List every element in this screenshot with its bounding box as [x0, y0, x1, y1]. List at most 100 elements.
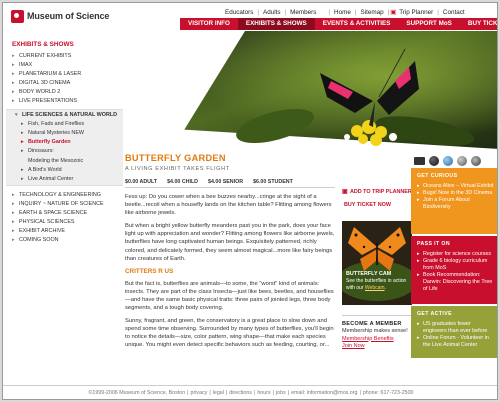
arrow-icon: ▸	[12, 79, 15, 86]
membership-promo: BECOME A MEMBER Membership makes sense! …	[342, 315, 414, 350]
footer-directions-link[interactable]: directions	[227, 390, 254, 396]
arrow-icon: ▸	[12, 52, 15, 59]
sidebar-item-inquiry[interactable]: ▸ INQUIRY ~ NATURE OF SCIENCE	[3, 199, 123, 208]
sidebar-item-planetarium[interactable]: ▸ PLANETARIUM & LASER	[3, 69, 123, 78]
butterfly-cam-title: BUTTERFLY CAM	[346, 271, 392, 277]
footer-email[interactable]: email: information@mos.org	[289, 390, 359, 396]
footer-legal-link[interactable]: legal	[211, 390, 226, 396]
arrow-down-icon: ▾	[15, 112, 18, 119]
dark-orb-icon[interactable]	[429, 156, 439, 166]
price-list: $0.00 ADULT $4.00 CHILD $4.00 SENIOR $6.…	[125, 179, 335, 188]
sidebar-section-title: EXHIBITS & SHOWS	[12, 41, 74, 48]
rail-link[interactable]: ▸ Grade 6 biology curriculum from MoS	[417, 258, 495, 272]
arrow-icon: ▸	[12, 237, 15, 244]
pass-it-on-title: PASS IT ON	[417, 241, 451, 247]
sidebar-group-life-sciences: ▾ LIFE SCIENCES & NATURAL WORLD ▸ Fish, Fa…	[6, 108, 123, 187]
rail-link[interactable]: ▸ Book Recommendation: Darwin: Discoverin…	[417, 272, 495, 293]
footer-privacy-link[interactable]: privacy	[189, 390, 210, 396]
footer-jobs-link[interactable]: jobs	[274, 390, 288, 396]
arrow-icon: ▸	[12, 70, 15, 77]
util-link-home[interactable]: Home	[331, 9, 354, 16]
utility-nav: Educators | Adults | Members | Home | Sitema…	[222, 7, 468, 18]
sidebar-subitem-live-animal[interactable]: ▸ Live Animal Center	[6, 174, 123, 183]
sidebar-item-live-presentations[interactable]: ▸ LIVE PRESENTATIONS	[3, 96, 123, 105]
action-column: ▣ ADD TO TRIP PLANNER BUY TICKET NOW BUTT…	[342, 185, 414, 350]
sidebar-item-body-world[interactable]: ▸ BODY WORLD 2	[3, 87, 123, 96]
get-active-box: GET ACTIVE ▸ US graduates fewer engineers…	[411, 306, 497, 358]
trip-planner-icon: ▣	[342, 189, 348, 195]
get-curious-title: GET CURIOUS	[417, 173, 458, 179]
rail-link[interactable]: ▸ Join a Forum About Biodiversity	[417, 197, 495, 211]
spiral-icon[interactable]	[471, 156, 481, 166]
webcam-link[interactable]: Webcam	[365, 285, 385, 291]
rail-link[interactable]: ▸ Bugs! Now in the 3D Cinema	[417, 190, 495, 197]
site-logo[interactable]: Museum of Science	[11, 8, 109, 24]
price-senior: $4.00 SENIOR	[208, 179, 244, 185]
sidebar-item-imax[interactable]: ▸ IMAX	[3, 60, 123, 69]
sidebar-item-physical-sciences[interactable]: ▸ PHYSICAL SCIENCES	[3, 218, 123, 227]
util-link-adults[interactable]: Adults	[260, 9, 284, 16]
arrow-icon: ▸	[12, 200, 15, 207]
rail-link[interactable]: ▸ Online Forum - Volunteer in the Live An…	[417, 335, 495, 349]
sidebar-subitem-birds-world[interactable]: ▸ A Bird's World	[6, 165, 123, 174]
sidebar-subitem-mesozoic[interactable]: Modeling the Mesozoic	[6, 156, 123, 165]
sidebar-group-title[interactable]: ▾ LIFE SCIENCES & NATURAL WORLD	[6, 111, 123, 120]
planet-icon[interactable]	[457, 156, 467, 166]
nav-tab-buy-tickets[interactable]: BUY TICKETS	[460, 18, 497, 30]
sidebar-item-technology[interactable]: ▸ TECHNOLOGY & ENGINEERING	[3, 190, 123, 199]
nav-tab-support-mos[interactable]: SUPPORT MoS	[398, 18, 459, 30]
join-now-link[interactable]: Join Now	[342, 343, 414, 350]
get-curious-box: GET CURIOUS ▸ Oceans Alive – Virtual Exhi…	[411, 168, 497, 234]
arrow-icon: ▸	[21, 148, 24, 155]
arrow-icon: ▸	[21, 166, 24, 173]
rail-link[interactable]: ▸ Register for science courses	[417, 251, 495, 258]
arrow-icon: ▸	[12, 228, 15, 235]
util-link-contact[interactable]: Contact	[440, 9, 468, 16]
rail-link[interactable]: ▸ Oceans Alive – Virtual Exhibit	[417, 183, 495, 190]
footer-copyright: ©1999-2006 Museum of Science, Boston	[88, 389, 186, 396]
buy-ticket-now-button[interactable]: BUY TICKET NOW	[342, 198, 414, 211]
arrow-icon: ▸	[12, 98, 15, 105]
sidebar-item-3d-cinema[interactable]: ▸ DIGITAL 3D CINEMA	[3, 78, 123, 87]
left-sidebar: EXHIBITS & SHOWS ▸ CURRENT EXHIBITS ▸ IMAX…	[3, 41, 123, 245]
arrow-icon: ▸	[21, 139, 24, 146]
rail-link[interactable]: ▸ US graduates fewer engineers than ever …	[417, 321, 495, 335]
butterfly-cam-image	[342, 221, 412, 305]
sidebar-item-earth-space[interactable]: ▸ EARTH & SPACE SCIENCE	[3, 209, 123, 218]
util-link-members[interactable]: Members	[287, 9, 319, 16]
arrow-icon: ▸	[21, 175, 24, 182]
nav-tab-visitor-info[interactable]: VISITOR INFO	[180, 18, 238, 30]
hero-butterfly-image	[125, 31, 497, 161]
add-to-trip-planner-button[interactable]: ▣ ADD TO TRIP PLANNER	[342, 185, 414, 198]
util-link-sitemap[interactable]: Sitemap	[357, 9, 386, 16]
nav-tab-events-activities[interactable]: EVENTS & ACTIVITIES	[315, 18, 399, 30]
util-link-trip-planner[interactable]: Trip Planner	[396, 9, 436, 16]
sidebar-item-exhibit-archive[interactable]: ▸ EXHIBIT ARCHIVE	[3, 227, 123, 236]
get-active-title: GET ACTIVE	[417, 311, 452, 317]
globe-icon[interactable]	[443, 156, 453, 166]
sidebar-item-coming-soon[interactable]: ▸ COMING SOON	[3, 236, 123, 245]
body-paragraph-4: Sunny, fragrant, and green, the conserva…	[125, 318, 334, 349]
footer-hours-link[interactable]: hours	[255, 390, 272, 396]
sidebar-subitem-fish-fads[interactable]: ▸ Fish, Fads and Fireflies	[6, 120, 123, 129]
page-title: BUTTERFLY GARDEN	[125, 153, 226, 163]
footer: ©1999-2006 Museum of Science, Boston | pr…	[3, 385, 497, 399]
section-heading-critters: CRITTERS R US	[125, 267, 174, 275]
sidebar-subitem-butterfly-garden[interactable]: ▸ Butterfly Garden	[6, 138, 123, 147]
butterfly-cam-promo[interactable]: BUTTERFLY CAM See the butterflies in act…	[342, 221, 412, 305]
nav-tab-exhibits-shows[interactable]: EXHIBITS & SHOWS	[237, 18, 315, 30]
sidebar-subitem-dinosaurs[interactable]: ▸ Dinosaurs:	[6, 147, 123, 156]
arrow-icon: ▸	[12, 61, 15, 68]
util-link-educators[interactable]: Educators	[222, 9, 256, 16]
membership-benefits-link[interactable]: Membership Benefits	[342, 336, 414, 343]
film-icon[interactable]	[414, 157, 425, 165]
arrow-icon: ▸	[12, 210, 15, 217]
arrow-icon: ▸	[12, 191, 15, 198]
right-rail: GET CURIOUS ▸ Oceans Alive – Virtual Exhi…	[411, 168, 497, 358]
butterfly-cam-caption: BUTTERFLY CAM See the butterflies in act…	[346, 271, 410, 291]
pass-it-on-box: PASS IT ON ▸ Register for science courses…	[411, 236, 497, 304]
sidebar-item-current-exhibits[interactable]: ▸ CURRENT EXHIBITS	[3, 51, 123, 60]
sidebar-subitem-natural-mysteries[interactable]: ▸ Natural Mysteries NEW	[6, 129, 123, 138]
page: Museum of Science Educators | Adults | Mem…	[2, 2, 498, 400]
membership-text: Membership makes sense!	[342, 328, 408, 335]
